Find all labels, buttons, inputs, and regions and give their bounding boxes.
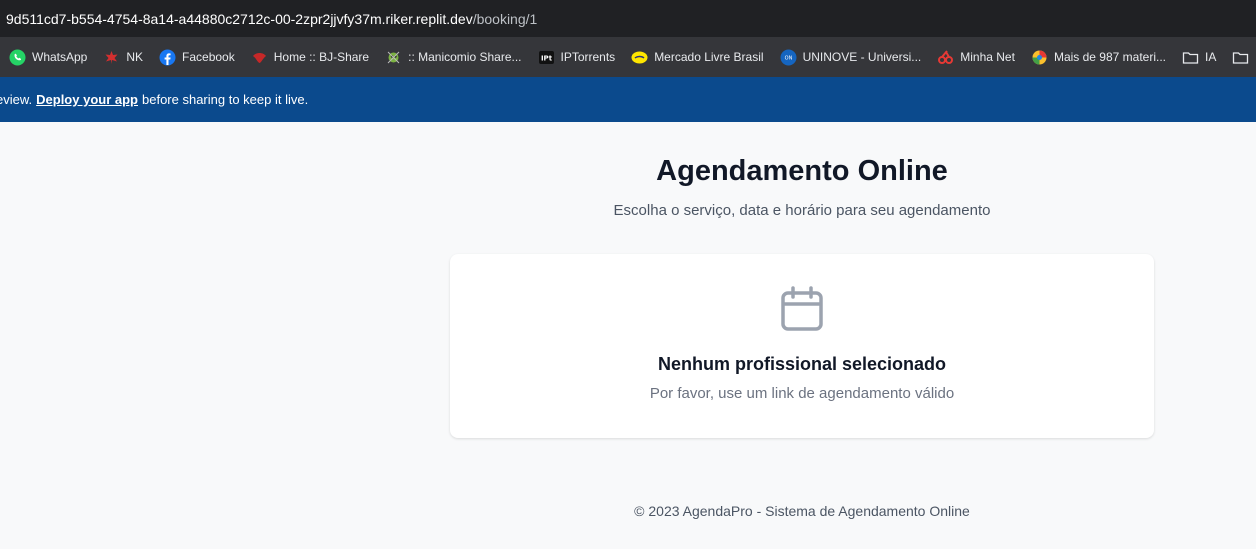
minhanet-icon (937, 49, 954, 66)
manicomio-icon (385, 49, 402, 66)
empty-state-card: Nenhum profissional selecionado Por favo… (450, 254, 1154, 438)
empty-state-message: Por favor, use um link de agendamento vá… (649, 385, 955, 402)
bookmark-label: IPTorrents (560, 50, 616, 64)
bookmark-label: NK (126, 50, 144, 64)
banner-text-end: before sharing to keep it live. (142, 92, 309, 107)
preview-banner: eview. Deploy your app before sharing to… (0, 77, 1256, 122)
bookmark-label: Minha Net (960, 50, 1015, 64)
bookmark-label: Mercado Livre Brasil (654, 50, 764, 64)
banner-text-start: eview. (0, 92, 33, 107)
svg-text:IPt: IPt (540, 54, 552, 62)
page-footer: © 2023 AgendaPro - Sistema de Agendament… (634, 503, 970, 519)
bookmark-label: :: Manicomio Share... (408, 50, 522, 64)
bookmark-label: Facebook (182, 50, 235, 64)
bookmark-whatsapp[interactable]: WhatsApp (9, 43, 87, 71)
bookmark-label: WhatsApp (32, 50, 88, 64)
url-host: 9d511cd7-b554-4754-8a14-a44880c2712c-00-… (6, 10, 473, 27)
bookmark-uninove[interactable]: ON UNINOVE - Universi... (780, 43, 922, 71)
calendar-icon (781, 286, 823, 331)
svg-text:ON: ON (784, 55, 792, 61)
bookmark-label: IA (1205, 50, 1217, 64)
bookmark-facebook[interactable]: Facebook (159, 43, 235, 71)
facebook-icon (159, 49, 176, 66)
bookmark-label: UNINOVE - Universi... (802, 50, 922, 64)
bookmark-materiais[interactable]: Mais de 987 materi... (1031, 43, 1166, 71)
bjshare-icon (251, 49, 268, 66)
bookmark-mercadolivre[interactable]: Mercado Livre Brasil (631, 43, 764, 71)
bookmark-iptorrents[interactable]: IPt IPTorrents (538, 43, 616, 71)
whatsapp-icon (9, 49, 26, 66)
uninove-icon: ON (780, 49, 797, 66)
mercadolivre-icon (631, 49, 648, 66)
page-content: Agendamento Online Escolha o serviço, da… (0, 122, 1256, 549)
folder-icon (1232, 49, 1249, 66)
bookmark-nk[interactable]: NK (103, 43, 143, 71)
bookmark-folder-ia[interactable]: IA (1182, 43, 1216, 71)
url-path: /booking/1 (472, 10, 538, 27)
deploy-app-link[interactable]: Deploy your app (36, 92, 138, 107)
bookmark-manicomio[interactable]: :: Manicomio Share... (385, 43, 522, 71)
colorful-icon (1031, 49, 1048, 66)
nk-icon (103, 49, 120, 66)
bookmark-folder-ia-2[interactable]: IA (1232, 43, 1256, 71)
bookmark-label: Home :: BJ-Share (273, 50, 370, 64)
bookmark-bjshare[interactable]: Home :: BJ-Share (251, 43, 369, 71)
page-title: Agendamento Online (656, 155, 948, 187)
folder-icon (1182, 49, 1199, 66)
page-subtitle: Escolha o serviço, data e horário para s… (613, 202, 991, 219)
empty-state-heading: Nenhum profissional selecionado (657, 354, 947, 374)
bookmarks-bar: WhatsApp NK Facebook Home :: BJ-Share ::… (0, 37, 1256, 77)
iptorrents-icon: IPt (538, 49, 555, 66)
address-bar[interactable]: 9d511cd7-b554-4754-8a14-a44880c2712c-00-… (0, 0, 1256, 37)
bookmark-label: Mais de 987 materi... (1053, 50, 1167, 64)
bookmark-minhanet[interactable]: Minha Net (937, 43, 1015, 71)
